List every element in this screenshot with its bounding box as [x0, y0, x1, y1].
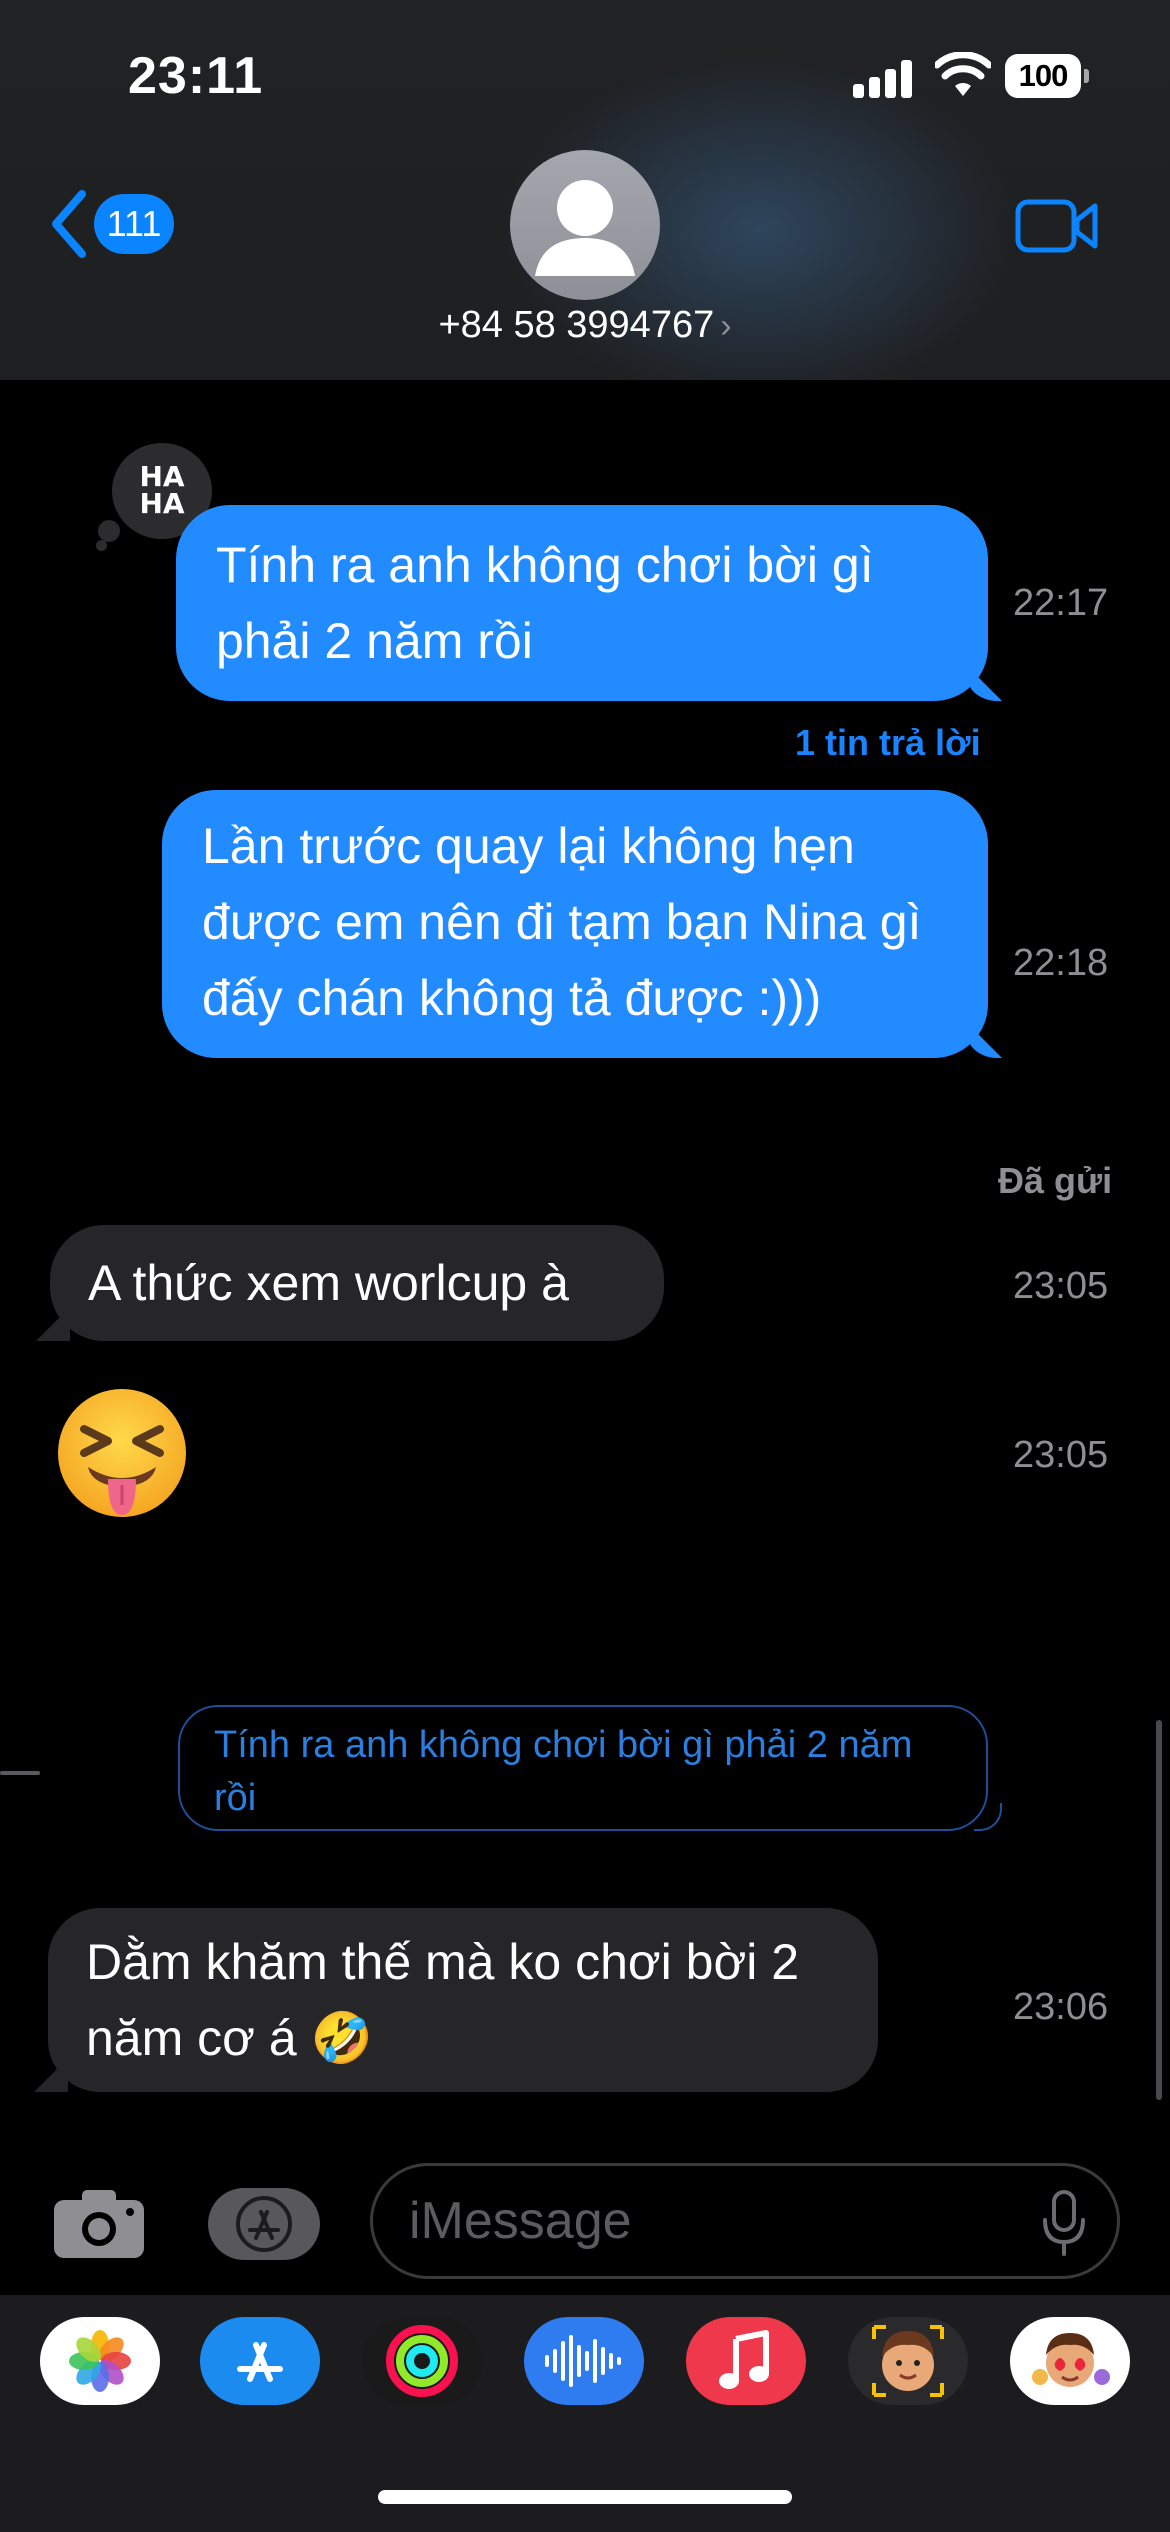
reply-thread-preview[interactable]: Tính ra anh không chơi bời gì phải 2 năm…: [178, 1705, 1002, 1831]
microphone-icon[interactable]: [1040, 2188, 1088, 2258]
battery-icon: 100: [1005, 54, 1089, 98]
outgoing-message[interactable]: Tính ra anh không chơi bời gì phải 2 năm…: [176, 505, 988, 701]
activity-app-icon[interactable]: [362, 2317, 482, 2405]
message-text: Dằm khăm thế mà ko chơi bời 2 năm cơ á 🤣: [86, 1934, 800, 2066]
camera-icon[interactable]: [52, 2188, 146, 2260]
message-text: A thức xem worlcup à: [88, 1255, 569, 1311]
outgoing-message[interactable]: Lần trước quay lại không hẹn được em nên…: [162, 790, 988, 1058]
home-indicator[interactable]: [378, 2490, 792, 2504]
memoji-stickers-app-icon[interactable]: [1010, 2317, 1130, 2405]
scrollbar[interactable]: [1156, 1720, 1162, 2100]
wifi-icon: [935, 52, 991, 96]
back-chevron-icon[interactable]: [48, 188, 90, 260]
message-timestamp: 22:17: [1013, 582, 1109, 624]
message-timestamp: 22:18: [1013, 942, 1109, 984]
reply-count-link[interactable]: 1 tin trả lời: [795, 722, 981, 764]
incoming-message[interactable]: A thức xem worlcup à: [50, 1225, 664, 1341]
person-silhouette-icon: [535, 180, 635, 276]
app-store-app-icon[interactable]: [200, 2317, 320, 2405]
message-timestamp: 23:05: [1013, 1265, 1109, 1307]
photos-app-icon[interactable]: [40, 2317, 160, 2405]
app-store-icon: [236, 2196, 292, 2252]
squinting-tongue-emoji[interactable]: [52, 1385, 192, 1525]
memoji-app-icon[interactable]: [848, 2317, 968, 2405]
incoming-message[interactable]: Dằm khăm thế mà ko chơi bời 2 năm cơ á 🤣: [48, 1908, 878, 2092]
voice-memos-app-icon[interactable]: [524, 2317, 644, 2405]
chevron-right-icon: ›: [720, 307, 732, 345]
video-call-icon[interactable]: [1015, 196, 1099, 256]
cellular-signal-icon: [853, 60, 913, 98]
status-time: 23:11: [128, 47, 264, 105]
contact-avatar[interactable]: [510, 150, 660, 300]
battery-level: 100: [1005, 54, 1081, 98]
app-store-drawer-button[interactable]: [208, 2188, 320, 2260]
reply-preview-text: Tính ra anh không chơi bời gì phải 2 năm…: [214, 1724, 913, 1820]
scroll-edge-indicator: [0, 1771, 40, 1775]
message-text: Lần trước quay lại không hẹn được em nên…: [202, 818, 922, 1026]
reaction-text: HA: [139, 487, 185, 520]
message-input[interactable]: [370, 2163, 1120, 2279]
tapback-tail: [98, 520, 120, 542]
back-unread-badge[interactable]: 111: [94, 194, 174, 254]
contact-name[interactable]: +84 58 3994767 ›: [0, 304, 1170, 347]
message-timestamp: 23:06: [1013, 1986, 1109, 2028]
music-app-icon[interactable]: [686, 2317, 806, 2405]
contact-number-text: +84 58 3994767: [438, 304, 715, 346]
message-text: Tính ra anh không chơi bời gì phải 2 năm…: [216, 537, 874, 669]
delivery-status: Đã gửi: [998, 1160, 1113, 1201]
message-timestamp: 23:05: [1013, 1434, 1109, 1476]
